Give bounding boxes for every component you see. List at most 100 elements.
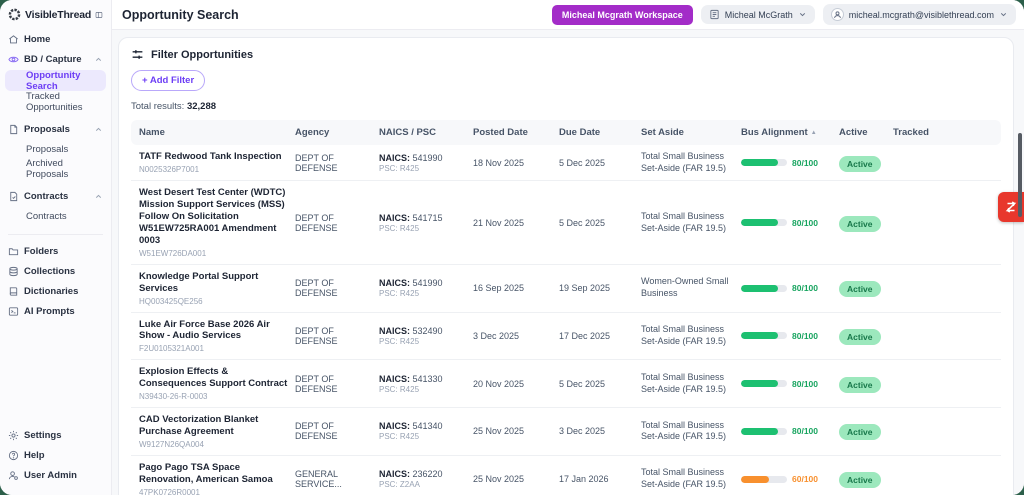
due-date-cell: 17 Dec 2025 — [559, 331, 635, 341]
column-header-due-date[interactable]: Due Date — [559, 127, 635, 138]
opportunity-name-cell[interactable]: Knowledge Portal Support Services HQ0034… — [139, 271, 289, 306]
set-aside-cell: Total Small Business Set-Aside (FAR 19.5… — [641, 324, 735, 347]
workspace-icon — [709, 9, 720, 20]
column-header-bus-alignment[interactable]: Bus Alignment▲ — [741, 127, 833, 138]
due-date-cell: 3 Dec 2025 — [559, 426, 635, 436]
column-header-active[interactable]: Active — [839, 127, 887, 138]
workspace-selector[interactable]: Micheal McGrath — [701, 5, 815, 24]
alignment-cell: 80/100 — [741, 426, 833, 436]
sidebar-item-proposals[interactable]: Proposals — [0, 139, 111, 159]
opportunity-name-cell[interactable]: TATF Redwood Tank Inspection N0025326P70… — [139, 151, 289, 174]
psc-value: R425 — [400, 337, 419, 346]
filter-section-header: Filter Opportunities — [131, 48, 1001, 61]
opportunity-name-cell[interactable]: Pago Pago TSA Space Renovation, American… — [139, 462, 289, 495]
column-header-set-aside[interactable]: Set Aside — [641, 127, 735, 138]
column-header-posted-date[interactable]: Posted Date — [473, 127, 553, 138]
sidebar-item-tracked-opportunities[interactable]: Tracked Opportunities — [0, 92, 111, 112]
table-row[interactable]: West Desert Test Center (WDTC) Mission S… — [131, 181, 1001, 264]
opportunity-name[interactable]: Luke Air Force Base 2026 Air Show - Audi… — [139, 319, 289, 343]
sidebar-item-dictionaries[interactable]: Dictionaries — [0, 281, 111, 301]
sidebar-item-user-admin[interactable]: User Admin — [0, 465, 111, 485]
folder-icon — [8, 246, 19, 257]
alignment-bar — [741, 332, 787, 339]
set-aside-cell: Total Small Business Set-Aside (FAR 19.5… — [641, 420, 735, 443]
sidebar-item-contracts[interactable]: Contracts — [0, 206, 111, 226]
alignment-bar — [741, 428, 787, 435]
table-row[interactable]: CAD Vectorization Blanket Purchase Agree… — [131, 408, 1001, 456]
opportunity-name-cell[interactable]: CAD Vectorization Blanket Purchase Agree… — [139, 414, 289, 449]
opportunity-name-cell[interactable]: West Desert Test Center (WDTC) Mission S… — [139, 187, 289, 257]
sort-ascending-icon[interactable]: ▲ — [811, 130, 817, 136]
active-badge: Active — [839, 281, 881, 297]
alignment-bar-fill — [741, 159, 778, 166]
ai-prompt-icon — [8, 306, 19, 317]
vertical-scrollbar-thumb[interactable] — [1018, 133, 1022, 217]
sidebar-bottom-group: Settings Help User Admin — [0, 425, 111, 485]
table-body: TATF Redwood Tank Inspection N0025326P70… — [131, 145, 1001, 495]
naics-psc-cell: NAICS: 541340 PSC: R425 — [379, 421, 467, 441]
alignment-bar-fill — [741, 285, 778, 292]
opportunity-name[interactable]: Pago Pago TSA Space Renovation, American… — [139, 462, 289, 486]
active-cell: Active — [839, 279, 887, 297]
column-header-agency[interactable]: Agency — [295, 127, 373, 138]
document-icon — [8, 124, 19, 135]
solicitation-number: N39430-26-R-0003 — [139, 392, 289, 401]
add-filter-button[interactable]: + Add Filter — [131, 70, 205, 91]
opportunity-name[interactable]: TATF Redwood Tank Inspection — [139, 151, 289, 163]
z-arrows-icon — [1004, 200, 1018, 214]
sidebar-item-home[interactable]: Home — [0, 29, 111, 49]
sidebar-item-archived-proposals[interactable]: Archived Proposals — [0, 159, 111, 179]
book-icon — [8, 286, 19, 297]
alignment-score: 80/100 — [792, 331, 818, 341]
sidebar-item-help[interactable]: Help — [0, 445, 111, 465]
active-badge: Active — [839, 377, 881, 393]
solicitation-number: F2U0105321A001 — [139, 344, 289, 353]
workspace-badge[interactable]: Micheal Mcgrath Workspace — [552, 5, 693, 25]
sidebar-item-bd-capture[interactable]: BD / Capture — [0, 49, 111, 69]
due-date-cell: 5 Dec 2025 — [559, 158, 635, 168]
column-header-tracked[interactable]: Tracked — [893, 127, 993, 138]
alignment-score: 80/100 — [792, 218, 818, 228]
chevron-up-icon[interactable] — [94, 192, 103, 201]
naics-psc-cell: NAICS: 541990 PSC: R425 — [379, 278, 467, 298]
page-title: Opportunity Search — [122, 8, 239, 22]
table-row[interactable]: Knowledge Portal Support Services HQ0034… — [131, 265, 1001, 313]
column-header-naics-psc[interactable]: NAICS / PSC — [379, 127, 467, 138]
sidebar-item-opportunity-search[interactable]: Opportunity Search — [5, 70, 106, 91]
brand-name: VisibleThread — [25, 9, 91, 21]
table-row[interactable]: TATF Redwood Tank Inspection N0025326P70… — [131, 145, 1001, 181]
opportunity-name[interactable]: CAD Vectorization Blanket Purchase Agree… — [139, 414, 289, 438]
help-icon — [8, 450, 19, 461]
chevron-up-icon[interactable] — [94, 55, 103, 64]
sidebar-item-proposals-section[interactable]: Proposals — [0, 119, 111, 139]
alignment-bar — [741, 285, 787, 292]
chevron-up-icon[interactable] — [94, 125, 103, 134]
sidebar-item-folders[interactable]: Folders — [0, 241, 111, 261]
alignment-bar — [741, 159, 787, 166]
posted-date-cell: 21 Nov 2025 — [473, 218, 553, 228]
alignment-bar-fill — [741, 380, 778, 387]
due-date-cell: 17 Jan 2026 — [559, 474, 635, 484]
set-aside-cell: Women-Owned Small Business — [641, 276, 735, 299]
sidebar-item-contracts-section[interactable]: Contracts — [0, 186, 111, 206]
opportunity-name-cell[interactable]: Explosion Effects & Consequences Support… — [139, 366, 289, 401]
active-badge: Active — [839, 424, 881, 440]
sidebar-item-collections[interactable]: Collections — [0, 261, 111, 281]
table-row[interactable]: Luke Air Force Base 2026 Air Show - Audi… — [131, 313, 1001, 361]
table-row[interactable]: Explosion Effects & Consequences Support… — [131, 360, 1001, 408]
user-menu[interactable]: micheal.mcgrath@visiblethread.com — [823, 4, 1016, 25]
contract-icon — [8, 191, 19, 202]
alignment-score: 80/100 — [792, 379, 818, 389]
opportunity-name[interactable]: Knowledge Portal Support Services — [139, 271, 289, 295]
opportunity-name[interactable]: Explosion Effects & Consequences Support… — [139, 366, 289, 390]
sidebar-item-settings[interactable]: Settings — [0, 425, 111, 445]
posted-date-cell: 18 Nov 2025 — [473, 158, 553, 168]
sidebar-item-ai-prompts[interactable]: AI Prompts — [0, 301, 111, 321]
opportunity-search-card: Filter Opportunities + Add Filter Total … — [118, 37, 1014, 495]
naics-psc-cell: NAICS: 541715 PSC: R425 — [379, 213, 467, 233]
column-header-name[interactable]: Name — [139, 127, 289, 138]
opportunity-name-cell[interactable]: Luke Air Force Base 2026 Air Show - Audi… — [139, 319, 289, 354]
collapse-sidebar-icon[interactable] — [95, 9, 103, 21]
table-row[interactable]: Pago Pago TSA Space Renovation, American… — [131, 456, 1001, 495]
opportunity-name[interactable]: West Desert Test Center (WDTC) Mission S… — [139, 187, 289, 246]
